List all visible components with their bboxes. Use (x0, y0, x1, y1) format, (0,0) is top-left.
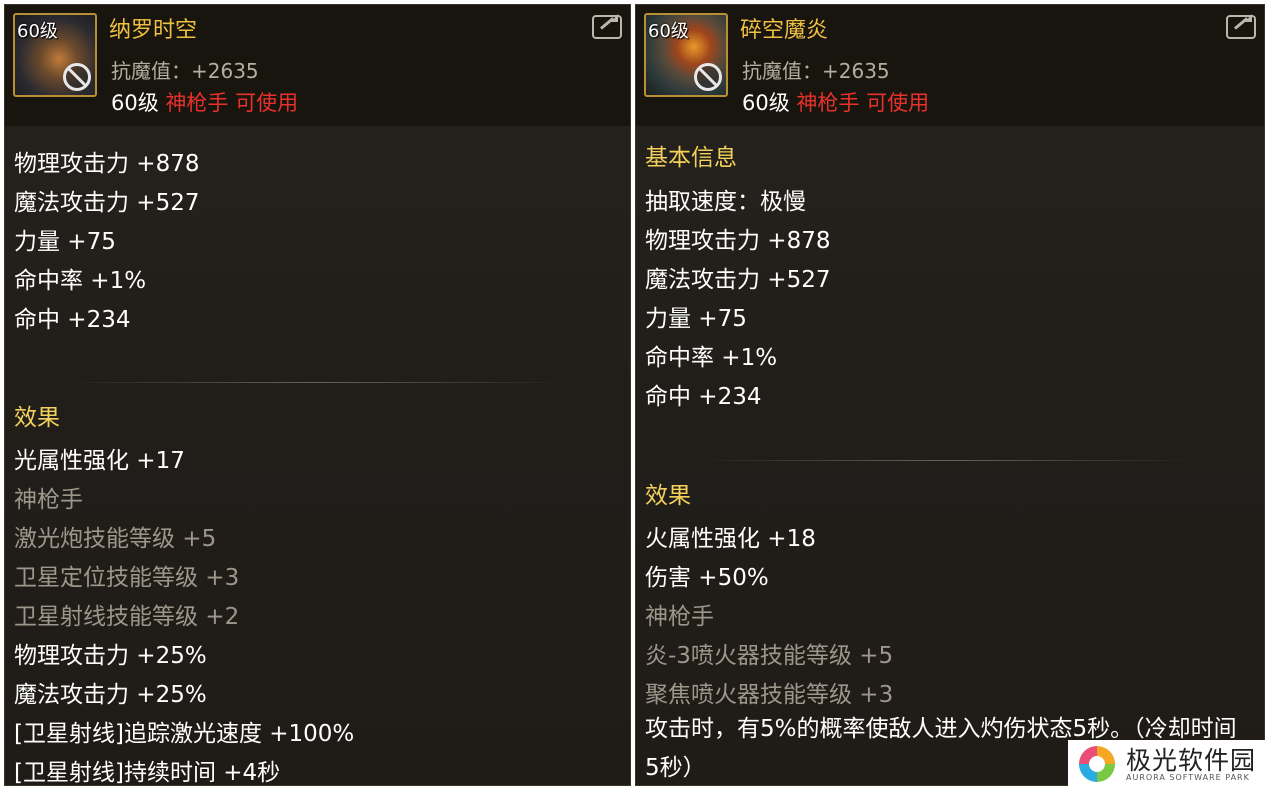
req-class: 神枪手 可使用 (796, 91, 930, 115)
req-class: 神枪手 可使用 (165, 91, 299, 115)
basic-info-title: 基本信息 (645, 145, 737, 171)
tooltip-header: 60级 纳罗时空 抗魔值：+2635 60级 神枪手 可使用 (5, 5, 630, 126)
magic-resist: 抗魔值：+2635 (742, 59, 890, 83)
effect-line: 炎-3喷火器技能等级 +5 (645, 643, 894, 669)
share-icon[interactable] (592, 14, 622, 39)
divider (696, 460, 1196, 461)
aurora-logo-icon (1079, 746, 1115, 782)
share-icon[interactable] (1226, 14, 1256, 39)
stat-line: 魔法攻击力 +527 (645, 267, 831, 293)
effect-line: 卫星定位技能等级 +3 (14, 565, 240, 591)
effect-line: 激光炮技能等级 +5 (14, 526, 217, 552)
effects-title: 效果 (645, 483, 691, 509)
weapon-icon: 60级 (644, 13, 728, 97)
watermark-title: 极光软件园 (1126, 746, 1257, 775)
stat-line: 物理攻击力 +878 (14, 151, 200, 177)
effect-line: 魔法攻击力 +25% (14, 682, 207, 708)
weapon-icon: 60级 (13, 13, 97, 97)
item-name: 纳罗时空 (109, 18, 198, 43)
tooltip-header: 60级 碎空魔炎 抗魔值：+2635 60级 神枪手 可使用 (636, 5, 1264, 126)
effect-line: 伤害 +50% (645, 565, 769, 591)
stat-line: 力量 +75 (14, 229, 116, 255)
stat-line: 魔法攻击力 +527 (14, 190, 200, 216)
requirement: 60级 神枪手 可使用 (742, 87, 929, 117)
effects-title: 效果 (14, 405, 60, 431)
effect-line: 火属性强化 +18 (645, 526, 816, 552)
stat-line: 命中 +234 (14, 307, 131, 333)
prohibited-icon (694, 63, 722, 91)
req-level: 60级 (111, 91, 159, 115)
level-badge: 60级 (17, 21, 58, 42)
divider (65, 382, 565, 383)
prohibited-icon (63, 63, 91, 91)
watermark-subtitle: AURORA SOFTWARE PARK (1126, 773, 1250, 782)
effect-line: 物理攻击力 +25% (14, 643, 207, 669)
effect-line: 神枪手 (645, 604, 714, 630)
effect-line: [卫星射线]持续时间 +4秒 (14, 760, 281, 786)
effect-line: 卫星射线技能等级 +2 (14, 604, 240, 630)
tooltip-body: 物理攻击力 +878 魔法攻击力 +527 力量 +75 命中率 +1% 命中 … (5, 126, 630, 785)
req-level: 60级 (742, 91, 790, 115)
effect-line: 聚焦喷火器技能等级 +3 (645, 682, 894, 708)
stat-line: 力量 +75 (645, 306, 747, 332)
item-tooltip-left: 60级 纳罗时空 抗魔值：+2635 60级 神枪手 可使用 物理攻击力 +87… (4, 4, 631, 786)
stat-line: 物理攻击力 +878 (645, 228, 831, 254)
item-name: 碎空魔炎 (740, 18, 829, 43)
stat-line: 抽取速度：极慢 (645, 189, 806, 215)
effect-line: [卫星射线]追踪激光速度 +100% (14, 721, 355, 747)
magic-resist: 抗魔值：+2635 (111, 59, 259, 83)
stat-line: 命中率 +1% (14, 268, 147, 294)
item-tooltip-right: 60级 碎空魔炎 抗魔值：+2635 60级 神枪手 可使用 基本信息 抽取速度… (635, 4, 1265, 786)
effect-line: 光属性强化 +17 (14, 448, 185, 474)
stat-line: 命中 +234 (645, 384, 762, 410)
requirement: 60级 神枪手 可使用 (111, 87, 298, 117)
watermark: 极光软件园 AURORA SOFTWARE PARK (1068, 740, 1268, 789)
stat-line: 命中率 +1% (645, 345, 778, 371)
tooltip-body: 基本信息 抽取速度：极慢 物理攻击力 +878 魔法攻击力 +527 力量 +7… (636, 126, 1264, 785)
effect-line: 神枪手 (14, 487, 83, 513)
level-badge: 60级 (648, 21, 689, 42)
